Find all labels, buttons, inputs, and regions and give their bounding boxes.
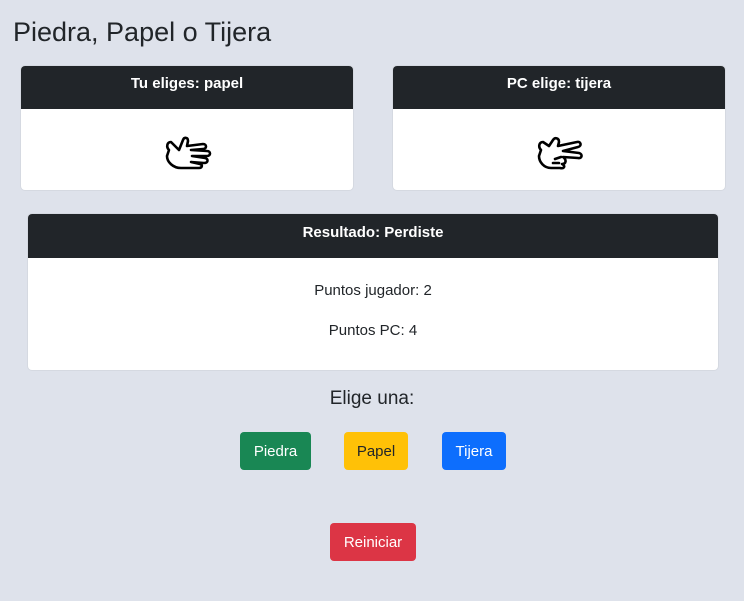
scissors-hand-icon (537, 136, 583, 169)
tijera-button[interactable]: Tijera (442, 432, 506, 470)
pc-choice-body (393, 109, 725, 190)
piedra-button[interactable]: Piedra (240, 432, 311, 470)
pc-choice-card: PC elige: tijera (393, 66, 725, 190)
paper-hand-icon (165, 136, 212, 169)
player-choice-card: Tu eliges: papel (21, 66, 353, 190)
result-card: Resultado: Perdiste Puntos jugador: 2 Pu… (28, 214, 718, 370)
result-body: Puntos jugador: 2 Puntos PC: 4 (28, 258, 718, 358)
player-choice-body (21, 109, 353, 190)
result-header: Resultado: Perdiste (28, 214, 718, 258)
player-points: Puntos jugador: 2 (314, 282, 432, 299)
player-choice-header: Tu eliges: papel (21, 66, 353, 109)
pc-choice-header: PC elige: tijera (393, 66, 725, 109)
choose-label: Elige una: (329, 388, 415, 409)
papel-button[interactable]: Papel (344, 432, 408, 470)
reiniciar-button[interactable]: Reiniciar (330, 523, 416, 561)
pc-points: Puntos PC: 4 (328, 322, 418, 339)
page-title: Piedra, Papel o Tijera (13, 17, 272, 47)
